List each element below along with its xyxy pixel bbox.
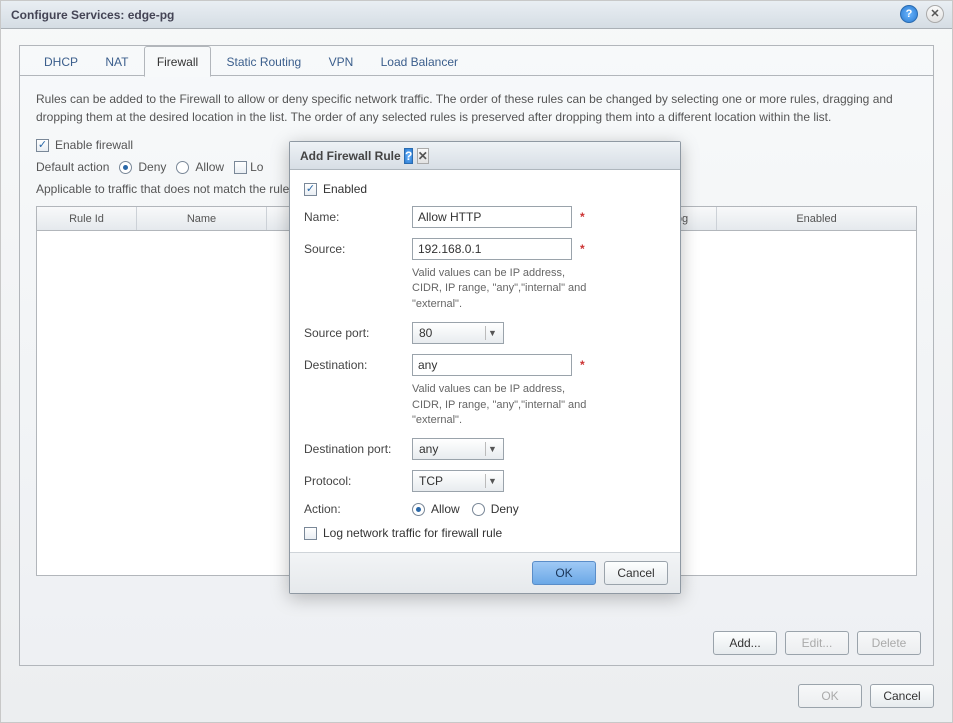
enable-firewall-label: Enable firewall <box>55 138 133 152</box>
source-label: Source: <box>304 242 412 256</box>
rule-enabled-label: Enabled <box>323 182 367 196</box>
protocol-value: TCP <box>419 474 443 488</box>
panel-description: Rules can be added to the Firewall to al… <box>36 90 917 126</box>
source-hint: Valid values can be IP address, CIDR, IP… <box>412 266 592 312</box>
enabled-row: Enabled <box>304 182 666 196</box>
source-port-value: 80 <box>419 326 432 340</box>
window-footer: OK Cancel <box>798 684 934 708</box>
source-port-select[interactable]: 80 ▼ <box>412 322 504 344</box>
tab-load-balancer[interactable]: Load Balancer <box>369 47 470 76</box>
log-traffic-checkbox[interactable] <box>304 527 317 540</box>
dialog-help-icon[interactable]: ? <box>404 148 413 164</box>
default-action-deny-radio[interactable] <box>119 161 132 174</box>
tab-static-routing[interactable]: Static Routing <box>215 47 314 76</box>
name-input[interactable] <box>412 206 572 228</box>
edit-button[interactable]: Edit... <box>785 631 849 655</box>
destination-port-value: any <box>419 442 438 456</box>
tab-bar: DHCP NAT Firewall Static Routing VPN Loa… <box>20 46 933 76</box>
window-ok-button[interactable]: OK <box>798 684 862 708</box>
source-port-label: Source port: <box>304 326 412 340</box>
tab-vpn[interactable]: VPN <box>317 47 366 76</box>
log-traffic-label: Log network traffic for firewall rule <box>323 526 502 540</box>
window-titlebar: Configure Services: edge-pg ? ✕ <box>1 1 952 29</box>
dialog-cancel-button[interactable]: Cancel <box>604 561 668 585</box>
action-deny-radio[interactable] <box>472 503 485 516</box>
action-allow-label: Allow <box>431 502 460 516</box>
col-name[interactable]: Name <box>137 207 267 230</box>
help-icon[interactable]: ? <box>900 5 918 23</box>
default-action-deny-label: Deny <box>138 160 166 174</box>
required-icon: * <box>580 358 585 372</box>
rules-buttons: Add... Edit... Delete <box>713 631 921 655</box>
source-input[interactable] <box>412 238 572 260</box>
tab-dhcp[interactable]: DHCP <box>32 47 90 76</box>
destination-label: Destination: <box>304 358 412 372</box>
add-button[interactable]: Add... <box>713 631 777 655</box>
default-log-checkbox[interactable] <box>234 161 247 174</box>
protocol-label: Protocol: <box>304 474 412 488</box>
required-icon: * <box>580 210 585 224</box>
chevron-down-icon: ▼ <box>485 326 499 340</box>
chevron-down-icon: ▼ <box>485 442 499 456</box>
default-action-allow-radio[interactable] <box>176 161 189 174</box>
chevron-down-icon: ▼ <box>485 474 499 488</box>
destination-input[interactable] <box>412 354 572 376</box>
default-log-label: Lo <box>250 160 263 174</box>
col-enabled[interactable]: Enabled <box>717 207 916 230</box>
add-firewall-rule-dialog: Add Firewall Rule ? ✕ Enabled Name: * So… <box>289 141 681 594</box>
dialog-titlebar: Add Firewall Rule ? ✕ <box>290 142 680 170</box>
delete-button[interactable]: Delete <box>857 631 921 655</box>
close-icon[interactable]: ✕ <box>926 5 944 23</box>
destination-port-label: Destination port: <box>304 442 412 456</box>
dialog-title: Add Firewall Rule <box>300 149 401 163</box>
configure-services-window: Configure Services: edge-pg ? ✕ DHCP NAT… <box>0 0 953 723</box>
rule-enabled-checkbox[interactable] <box>304 183 317 196</box>
name-label: Name: <box>304 210 412 224</box>
action-label: Action: <box>304 502 412 516</box>
enable-firewall-checkbox[interactable] <box>36 139 49 152</box>
default-action-label: Default action <box>36 160 109 174</box>
default-action-allow-label: Allow <box>195 160 224 174</box>
col-rule-id[interactable]: Rule Id <box>37 207 137 230</box>
action-deny-label: Deny <box>491 502 519 516</box>
window-title: Configure Services: edge-pg <box>11 8 174 22</box>
destination-hint: Valid values can be IP address, CIDR, IP… <box>412 382 592 428</box>
window-cancel-button[interactable]: Cancel <box>870 684 934 708</box>
destination-port-select[interactable]: any ▼ <box>412 438 504 460</box>
required-icon: * <box>580 242 585 256</box>
tab-firewall[interactable]: Firewall <box>144 46 211 77</box>
dialog-body: Enabled Name: * Source: * Valid values c… <box>290 170 680 553</box>
protocol-select[interactable]: TCP ▼ <box>412 470 504 492</box>
tab-nat[interactable]: NAT <box>93 47 140 76</box>
dialog-footer: OK Cancel <box>290 553 680 593</box>
dialog-close-icon[interactable]: ✕ <box>417 148 429 164</box>
action-allow-radio[interactable] <box>412 503 425 516</box>
dialog-ok-button[interactable]: OK <box>532 561 596 585</box>
